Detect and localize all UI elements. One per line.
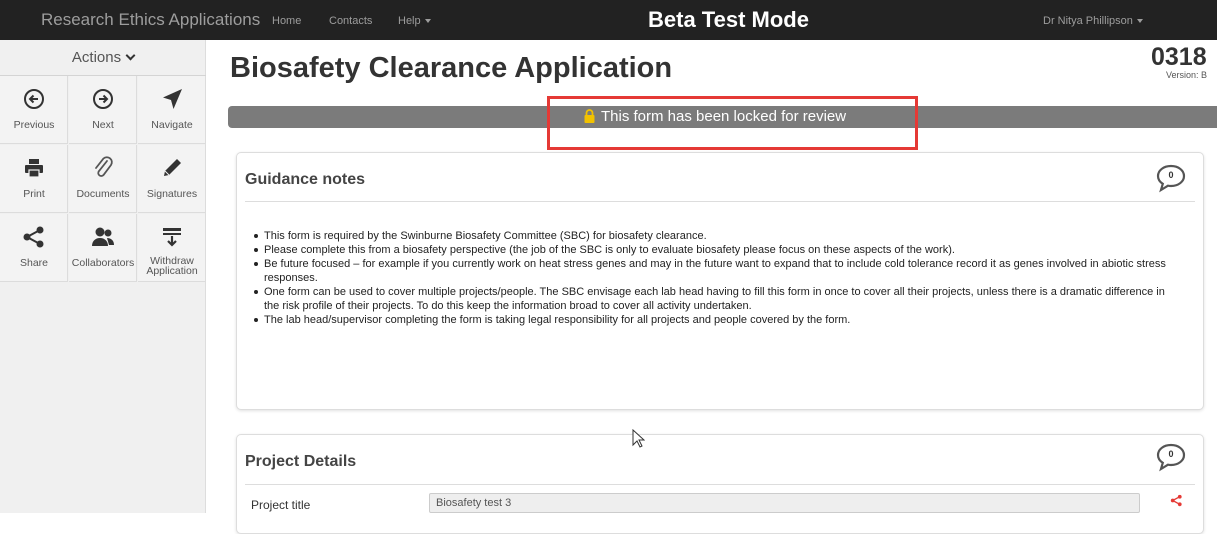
previous-label: Previous [13,119,55,131]
review-highlight-box [547,96,918,150]
user-menu-dropdown[interactable]: Dr Nitya Phillipson [1043,0,1143,40]
chevron-down-icon [1136,19,1143,24]
actions-label: Actions [71,49,122,66]
previous-button[interactable]: Previous [0,76,68,144]
withdraw-icon [138,223,206,251]
chevron-down-icon [125,50,136,61]
share-label: Share [19,257,49,269]
comment-icon[interactable]: 0 [1155,163,1187,193]
chevron-down-icon [424,19,431,24]
users-icon [69,223,137,251]
print-button[interactable]: Print [0,145,68,213]
signatures-label: Signatures [146,188,198,200]
arrow-left-circle-icon [0,85,68,113]
project-title-label: Project title [251,498,311,512]
location-arrow-icon [138,85,206,113]
actions-dropdown[interactable]: Actions [0,40,206,76]
withdraw-application-label: Withdraw Application [146,255,198,277]
version-label: Version: B [1166,70,1208,80]
nav-help-label: Help [398,15,421,27]
project-title-field[interactable]: Biosafety test 3 [429,493,1140,513]
project-details-heading: Project Details [245,453,357,470]
nav-help-dropdown[interactable]: Help [398,0,431,40]
collaborators-button[interactable]: Collaborators [69,214,137,282]
app-brand-link[interactable]: Research Ethics Applications [41,0,260,40]
list-item: The lab head/supervisor completing the f… [253,313,1173,327]
top-navbar: Research Ethics Applications Home Contac… [0,0,1217,40]
documents-label: Documents [76,188,130,200]
share-button[interactable]: Share [0,214,68,282]
share-icon[interactable] [1170,494,1183,512]
guidance-notes-panel: Guidance notes 0 This form is required b… [236,152,1204,410]
withdraw-application-button[interactable]: Withdraw Application [138,214,206,282]
project-details-panel: Project Details 0 Project title Biosafet… [236,434,1204,534]
signatures-button[interactable]: Signatures [138,145,206,213]
list-item: One form can be used to cover multiple p… [253,285,1173,313]
divider [245,484,1195,485]
next-button[interactable]: Next [69,76,137,144]
guidance-heading: Guidance notes [245,171,366,188]
share-icon [0,223,68,251]
comment-count: 0 [1168,449,1174,459]
mouse-cursor-icon [632,428,646,453]
nav-home-link[interactable]: Home [272,0,301,40]
print-label: Print [23,188,45,200]
user-name: Dr Nitya Phillipson [1043,15,1133,27]
list-item: Please complete this from a biosafety pe… [253,243,1173,257]
paperclip-icon [69,154,137,182]
arrow-right-circle-icon [69,85,137,113]
mode-banner: Beta Test Mode [648,7,809,32]
page-title: Biosafety Clearance Application [230,52,673,84]
guidance-list: This form is required by the Swinburne B… [253,229,1173,327]
navigate-label: Navigate [151,119,193,131]
list-item: This form is required by the Swinburne B… [253,229,1173,243]
documents-button[interactable]: Documents [69,145,137,213]
comment-count: 0 [1168,170,1174,180]
list-item: Be future focused – for example if you c… [253,257,1173,285]
next-label: Next [92,119,114,131]
divider [245,201,1195,202]
application-number: 0318 [1151,43,1207,71]
printer-icon [0,154,68,182]
navigate-button[interactable]: Navigate [138,76,206,144]
collaborators-label: Collaborators [71,257,135,269]
comment-icon[interactable]: 0 [1155,442,1187,472]
nav-contacts-link[interactable]: Contacts [329,0,372,40]
pencil-icon [138,154,206,182]
actions-sidebar: Actions Previous Next Navigate Print Doc… [0,40,206,513]
